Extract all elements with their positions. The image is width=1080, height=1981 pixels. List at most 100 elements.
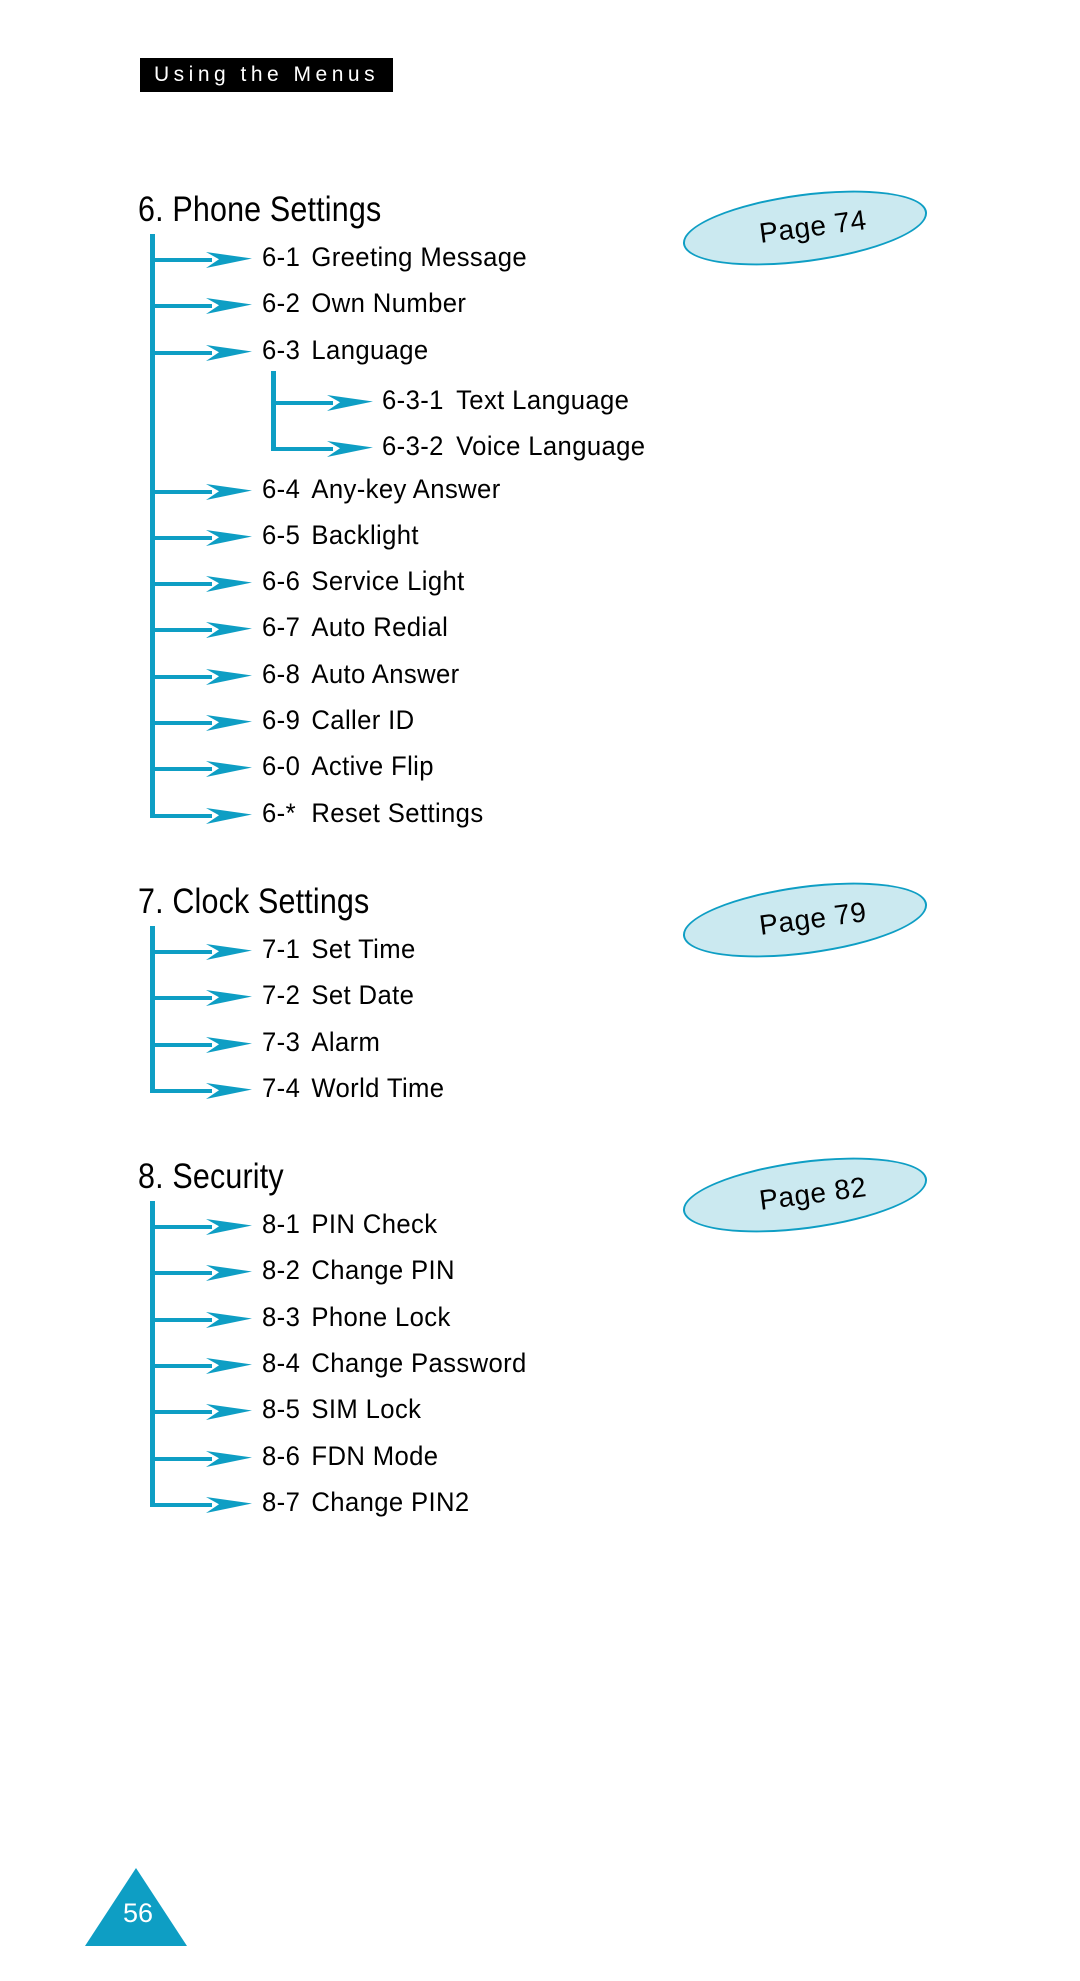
menu-item[interactable]: 6-7 Auto Redial: [262, 612, 448, 643]
menu-item-number: 6-5: [262, 519, 301, 550]
section-heading: 8. Security: [138, 1157, 284, 1196]
menu-item-label: PIN Check: [311, 1209, 438, 1239]
arrow-right-icon: [206, 478, 252, 504]
page-reference-badge[interactable]: Page 82: [678, 1145, 932, 1245]
menu-item-number: 8-7: [262, 1486, 301, 1517]
subtree-branch-line: [271, 447, 333, 452]
menu-item-label: Alarm: [311, 1026, 381, 1057]
section-heading: 7. Clock Settings: [138, 882, 370, 921]
menu-item-label: Any-key Answer: [311, 473, 501, 504]
menu-item[interactable]: 6-2 Own Number: [262, 288, 466, 319]
arrow-right-icon: [206, 339, 252, 365]
menu-item[interactable]: 7-1 Set Time: [262, 934, 416, 965]
arrow-right-icon: [206, 524, 252, 550]
menu-item[interactable]: 6-6 Service Light: [262, 566, 465, 597]
menu-item-label: World Time: [311, 1072, 445, 1103]
tree-branch-line: [150, 489, 212, 494]
menu-item-label: Auto Answer: [311, 658, 460, 689]
tree-branch-line: [150, 350, 212, 355]
menu-item-number: 8-6: [262, 1440, 301, 1471]
menu-item[interactable]: 8-7 Change PIN2: [262, 1487, 470, 1518]
menu-item[interactable]: 6-1 Greeting Message: [262, 242, 527, 273]
menu-item[interactable]: 6-5 Backlight: [262, 520, 419, 551]
submenu-item-number: 6-3-1: [382, 384, 444, 415]
menu-item-label: Set Date: [311, 980, 415, 1011]
page-reference-label: Page 82: [757, 1171, 869, 1216]
menu-item-number: 6-9: [262, 705, 301, 735]
arrow-right-icon: [206, 755, 252, 781]
arrow-right-icon: [206, 246, 252, 272]
menu-item-number: 6-8: [262, 658, 301, 689]
tree-branch-line: [150, 721, 212, 725]
menu-item[interactable]: 8-1 PIN Check: [262, 1209, 437, 1240]
menu-item-label: Change Password: [311, 1347, 527, 1378]
menu-item-number: 8-2: [262, 1255, 301, 1286]
running-header: Using the Menus: [140, 58, 394, 92]
tree-branch-line: [150, 767, 212, 772]
arrow-right-icon: [206, 1031, 252, 1057]
menu-item-label: Greeting Message: [311, 242, 528, 272]
menu-item-number: 8-1: [262, 1209, 301, 1239]
tree-branch-line: [150, 674, 212, 679]
arrow-right-icon: [206, 570, 252, 596]
menu-item-label: Change PIN: [311, 1255, 455, 1286]
menu-item[interactable]: 7-3 Alarm: [262, 1027, 380, 1058]
tree-branch-line: [150, 1456, 212, 1461]
menu-item[interactable]: 8-6 FDN Mode: [262, 1441, 438, 1472]
submenu-item-label: Voice Language: [456, 431, 646, 462]
menu-item-number: 6-*: [262, 797, 296, 828]
tree-branch-line: [150, 304, 212, 309]
menu-item[interactable]: 6-9 Caller ID: [262, 705, 415, 736]
menu-item-label: Own Number: [311, 288, 467, 319]
arrow-right-icon: [206, 1352, 252, 1378]
menu-item-number: 6-3: [262, 334, 301, 365]
menu-item[interactable]: 8-5 SIM Lock: [262, 1394, 421, 1425]
menu-item[interactable]: 8-2 Change PIN: [262, 1255, 455, 1286]
menu-item[interactable]: 8-3 Phone Lock: [262, 1302, 451, 1333]
menu-item-label: Reset Settings: [311, 797, 484, 828]
menu-item[interactable]: 6-3 Language: [262, 335, 429, 366]
submenu-item-number: 6-3-2: [382, 431, 444, 462]
submenu-item[interactable]: 6-3-1 Text Language: [382, 385, 629, 416]
menu-item-label: Change PIN2: [311, 1486, 470, 1517]
submenu-item[interactable]: 6-3-2 Voice Language: [382, 431, 645, 462]
tree-branch-line: [150, 1410, 212, 1415]
menu-item[interactable]: 7-2 Set Date: [262, 980, 414, 1011]
tree-branch-line: [150, 950, 212, 954]
page-number-label: 56: [122, 1898, 154, 1928]
page-reference-badge[interactable]: Page 74: [678, 178, 932, 278]
tree-branch-line: [150, 996, 212, 1001]
menu-item-number: 7-4: [262, 1072, 301, 1103]
arrow-right-icon: [327, 435, 373, 461]
menu-item-label: SIM Lock: [311, 1394, 422, 1425]
arrow-right-icon: [206, 616, 252, 642]
menu-item[interactable]: 6-8 Auto Answer: [262, 659, 460, 690]
arrow-right-icon: [206, 1491, 252, 1517]
menu-item-label: Caller ID: [311, 705, 415, 735]
menu-item[interactable]: 8-4 Change Password: [262, 1348, 527, 1379]
submenu-item-label: Text Language: [456, 384, 630, 415]
tree-trunk-line: [150, 1201, 155, 1507]
tree-branch-line: [150, 1042, 212, 1047]
menu-item[interactable]: 6-* Reset Settings: [262, 798, 484, 829]
menu-item-number: 6-2: [262, 288, 301, 319]
menu-item-label: Auto Redial: [311, 612, 449, 643]
page-reference-label: Page 79: [757, 896, 869, 941]
arrow-right-icon: [327, 389, 373, 415]
menu-item[interactable]: 6-0 Active Flip: [262, 751, 434, 782]
menu-item[interactable]: 7-4 World Time: [262, 1073, 444, 1104]
arrow-right-icon: [206, 1306, 252, 1332]
arrow-right-icon: [206, 663, 252, 689]
tree-branch-line: [150, 258, 212, 262]
tree-branch-line: [150, 813, 212, 818]
subtree-branch-line: [271, 400, 333, 405]
tree-branch-line: [150, 1363, 212, 1368]
tree-branch-line: [150, 582, 212, 587]
arrow-right-icon: [206, 1213, 252, 1239]
arrow-right-icon: [206, 1445, 252, 1471]
page-reference-badge[interactable]: Page 79: [678, 870, 932, 970]
menu-item-label: FDN Mode: [311, 1440, 439, 1471]
menu-item-label: Service Light: [311, 566, 465, 597]
menu-item[interactable]: 6-4 Any-key Answer: [262, 474, 501, 505]
tree-branch-line: [150, 1088, 212, 1093]
